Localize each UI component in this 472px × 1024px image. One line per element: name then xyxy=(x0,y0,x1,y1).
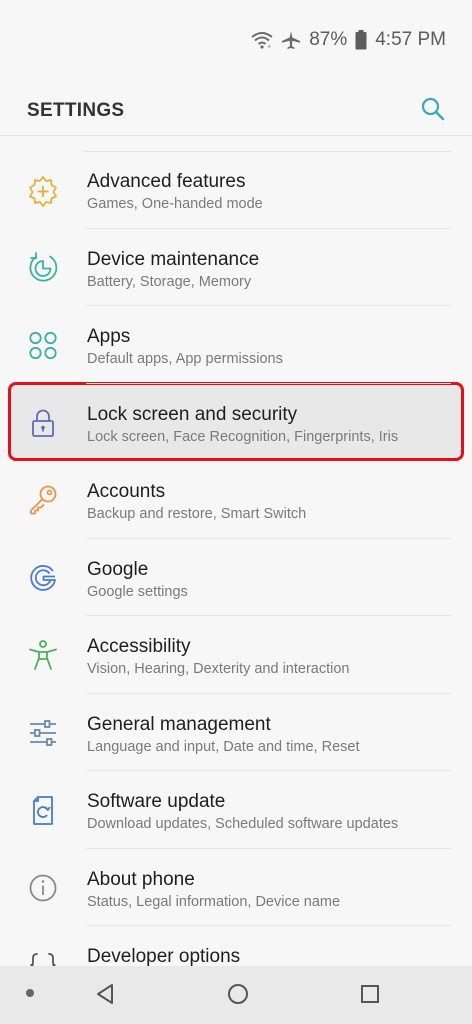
settings-item-lock-screen-and-security[interactable]: Lock screen and security Lock screen, Fa… xyxy=(0,384,472,462)
settings-item-advanced-features[interactable]: Advanced features Games, One-handed mode xyxy=(0,151,472,229)
settings-list: Advanced features Games, One-handed mode… xyxy=(0,151,472,1004)
item-subtitle: Status, Legal information, Device name xyxy=(87,893,341,910)
apps-icon xyxy=(26,328,60,362)
software-update-icon xyxy=(26,793,60,827)
lock-icon xyxy=(26,406,60,440)
battery-percent: 87% xyxy=(309,29,348,50)
item-title: Software update xyxy=(87,791,226,812)
search-button[interactable] xyxy=(420,96,446,122)
item-subtitle: Battery, Storage, Memory xyxy=(87,273,252,290)
info-icon xyxy=(26,871,60,905)
status-bar: + 87% 4:57 PM xyxy=(251,26,446,54)
item-subtitle: Games, One-handed mode xyxy=(87,196,263,212)
page-title: SETTINGS xyxy=(27,100,125,121)
item-title: Google xyxy=(87,558,149,580)
item-subtitle: Google settings xyxy=(87,583,188,600)
settings-item-device-maintenance[interactable]: Device maintenance Battery, Storage, Mem… xyxy=(0,229,472,307)
navigation-bar xyxy=(0,966,472,1024)
recent-apps-button[interactable] xyxy=(359,983,381,1005)
settings-item-apps[interactable]: Apps Default apps, App permissions xyxy=(0,306,472,384)
clock: 4:57 PM xyxy=(375,29,446,50)
advanced-features-icon xyxy=(26,173,60,207)
google-icon xyxy=(26,561,60,595)
settings-item-about-phone[interactable]: About phone Status, Legal information, D… xyxy=(0,849,472,927)
settings-item-software-update[interactable]: Software update Download updates, Schedu… xyxy=(0,771,472,849)
item-subtitle: Lock screen, Face Recognition, Fingerpri… xyxy=(87,428,399,445)
key-icon xyxy=(26,483,60,517)
item-subtitle: Backup and restore, Smart Switch xyxy=(87,506,307,522)
accessibility-icon xyxy=(26,638,60,672)
device-maintenance-icon xyxy=(26,251,60,285)
recent-apps-square-icon xyxy=(361,985,379,1003)
item-title: Lock screen and security xyxy=(87,403,298,425)
item-title: Accessibility xyxy=(87,636,191,657)
settings-item-google[interactable]: Google Google settings xyxy=(0,539,472,617)
item-title: Advanced features xyxy=(87,171,246,192)
settings-item-accounts[interactable]: Accounts Backup and restore, Smart Switc… xyxy=(0,461,472,539)
item-title: Apps xyxy=(87,326,131,347)
nav-indicator-dot xyxy=(26,989,34,997)
item-title: About phone xyxy=(87,868,195,890)
airplane-mode-icon xyxy=(281,30,301,50)
item-subtitle: Default apps, App permissions xyxy=(87,351,283,367)
back-triangle-icon xyxy=(97,984,113,1004)
settings-screen: + 87% 4:57 PM SETTINGS Advanced features… xyxy=(0,0,472,1024)
back-button[interactable] xyxy=(94,982,118,1006)
item-subtitle: Download updates, Scheduled software upd… xyxy=(87,816,399,832)
item-title: Device maintenance xyxy=(87,248,260,270)
svg-text:+: + xyxy=(267,44,271,49)
item-title: Accounts xyxy=(87,481,166,502)
search-icon xyxy=(421,97,445,121)
sliders-icon xyxy=(26,716,60,750)
settings-item-general-management[interactable]: General management Language and input, D… xyxy=(0,694,472,772)
wifi-icon: + xyxy=(251,31,273,49)
item-title: Developer options xyxy=(87,946,241,967)
app-header: SETTINGS xyxy=(0,86,472,136)
home-button[interactable] xyxy=(226,982,250,1006)
item-subtitle: Language and input, Date and time, Reset xyxy=(87,738,360,755)
battery-icon xyxy=(355,30,367,50)
settings-item-accessibility[interactable]: Accessibility Vision, Hearing, Dexterity… xyxy=(0,616,472,694)
home-circle-icon xyxy=(228,984,248,1004)
item-subtitle: Vision, Hearing, Dexterity and interacti… xyxy=(87,661,350,677)
item-title: General management xyxy=(87,713,271,735)
